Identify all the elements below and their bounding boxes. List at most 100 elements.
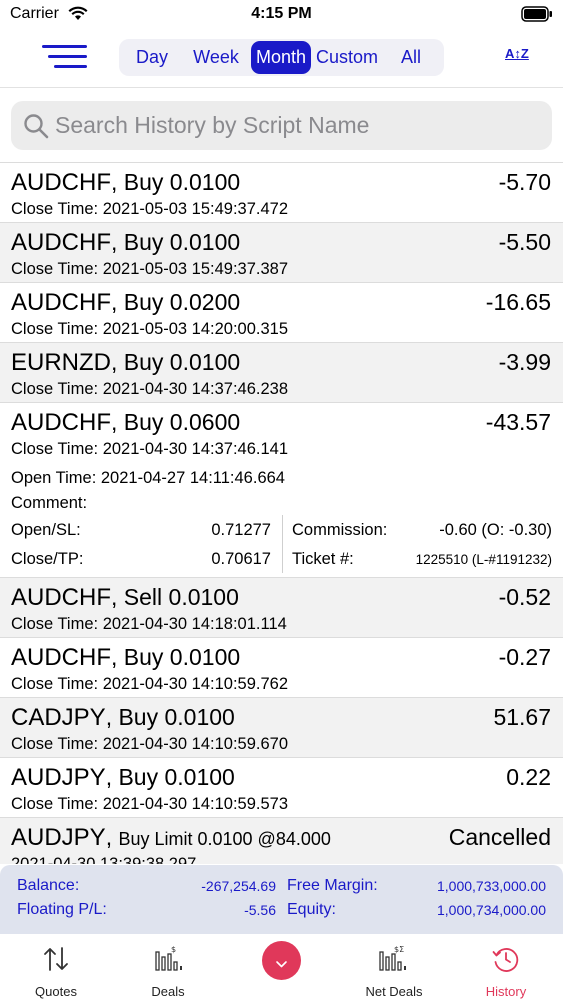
- clock-time: 4:15 PM: [251, 5, 312, 22]
- row-symbol: AUDCHF: [11, 409, 111, 436]
- hamburger-menu-icon[interactable]: [42, 44, 87, 70]
- row-profit: -5.70: [498, 169, 551, 195]
- svg-text:$Σ: $Σ: [394, 945, 404, 954]
- row-profit: -3.99: [498, 349, 551, 375]
- period-segmented-control: Day Week Month Custom All: [119, 39, 444, 76]
- row-action: Sell 0.0100: [123, 584, 239, 610]
- sort-arrows-icon: [11, 944, 101, 974]
- row-profit: -43.57: [485, 409, 551, 435]
- details-divider: [282, 515, 283, 573]
- free-margin-label: Free Margin:: [287, 877, 378, 894]
- row-close-time: Close Time: 2021-04-30 14:10:59.573: [11, 795, 289, 813]
- tab-month[interactable]: Month: [251, 41, 311, 74]
- history-row[interactable]: AUDJPY, Buy Limit 0.0100 @84.000 Cancell…: [0, 818, 563, 864]
- row-symbol: AUDCHF: [11, 289, 111, 316]
- chevron-down-icon: [275, 956, 288, 974]
- row-profit: -5.50: [498, 229, 551, 255]
- search-bar: [11, 101, 552, 150]
- search-input[interactable]: [55, 109, 535, 142]
- floating-pl-value: -5.56: [244, 902, 276, 918]
- history-row[interactable]: AUDCHF, Buy 0.0100 -0.27 Close Time: 202…: [0, 638, 563, 698]
- tab-history-label: History: [485, 984, 527, 999]
- row-comment: Comment:: [11, 494, 88, 512]
- row-close-time: Close Time: 2021-04-30 14:10:59.670: [11, 735, 289, 753]
- tab-day[interactable]: Day: [123, 41, 181, 74]
- tab-net-deals-label: Net Deals: [365, 984, 423, 999]
- tab-net-deals[interactable]: $Σ Net Deals: [349, 934, 439, 1000]
- tab-history[interactable]: History: [461, 934, 551, 1000]
- row-profit: -0.52: [498, 584, 551, 610]
- row-action: Buy 0.0100: [123, 169, 241, 195]
- row-symbol: AUDCHF: [11, 169, 111, 196]
- tab-deals[interactable]: $ Deals: [123, 934, 213, 1000]
- open-sl-value: 0.71277: [211, 521, 271, 539]
- history-row[interactable]: EURNZD, Buy 0.0100 -3.99 Close Time: 202…: [0, 343, 563, 403]
- top-bar: Day Week Month Custom All A↕Z: [0, 30, 563, 88]
- history-row-expanded[interactable]: AUDCHF, Buy 0.0600 -43.57 Close Time: 20…: [0, 403, 563, 578]
- history-row[interactable]: AUDCHF, Buy 0.0100 -5.70 Close Time: 202…: [0, 163, 563, 223]
- net-deals-bars-icon: $Σ: [349, 944, 439, 974]
- floating-pl-label: Floating P/L:: [17, 901, 107, 918]
- row-symbol: CADJPY: [11, 704, 106, 731]
- row-action: Buy 0.0100: [118, 764, 235, 790]
- row-close-time: 2021-04-30 13:39:38.297: [11, 855, 197, 864]
- row-profit: -0.27: [498, 644, 551, 670]
- status-bar: Carrier 4:15 PM: [0, 0, 563, 30]
- history-clock-icon: [461, 944, 551, 974]
- row-open-time: Open Time: 2021-04-27 14:11:46.664: [11, 469, 285, 487]
- row-close-time: Close Time: 2021-05-03 15:49:37.472: [11, 200, 289, 218]
- row-action: Buy 0.0100: [118, 704, 235, 730]
- battery-icon: [521, 6, 553, 27]
- row-action: Buy 0.0100: [123, 349, 241, 375]
- tab-week[interactable]: Week: [185, 41, 247, 74]
- row-close-time: Close Time: 2021-05-03 14:20:00.315: [11, 320, 289, 338]
- row-action: Buy 0.0100: [123, 229, 241, 255]
- row-profit: 0.22: [506, 764, 551, 790]
- row-action: Buy 0.0600: [123, 409, 241, 435]
- search-icon: [23, 113, 49, 144]
- ticket-label: Ticket #:: [292, 550, 354, 568]
- row-profit: 51.67: [493, 704, 551, 730]
- row-close-time: Close Time: 2021-04-30 14:10:59.762: [11, 675, 289, 693]
- row-action: Buy Limit 0.0100 @84.000: [118, 829, 331, 849]
- commission-label: Commission:: [292, 521, 388, 539]
- row-action: Buy 0.0100: [123, 644, 241, 670]
- free-margin-value: 1,000,733,000.00: [437, 878, 546, 894]
- row-close-time: Close Time: 2021-04-30 14:18:01.114: [11, 615, 287, 633]
- tab-quotes-label: Quotes: [35, 984, 77, 999]
- tab-custom[interactable]: Custom: [315, 41, 379, 74]
- row-close-time: Close Time: 2021-05-03 15:49:37.387: [11, 260, 289, 278]
- balance-label: Balance:: [17, 877, 80, 894]
- tab-quotes[interactable]: Quotes: [11, 934, 101, 1000]
- svg-text:$: $: [171, 945, 176, 954]
- row-symbol: AUDCHF: [11, 229, 111, 256]
- history-row[interactable]: CADJPY, Buy 0.0100 51.67 Close Time: 202…: [0, 698, 563, 758]
- row-close-time: Close Time: 2021-04-30 14:37:46.141: [11, 440, 289, 458]
- open-sl-label: Open/SL:: [11, 521, 81, 539]
- row-status: Cancelled: [448, 824, 551, 850]
- history-list: AUDCHF, Buy 0.0100 -5.70 Close Time: 202…: [0, 162, 563, 864]
- row-close-time: Close Time: 2021-04-30 14:37:46.238: [11, 380, 289, 398]
- row-symbol: EURNZD: [11, 349, 111, 376]
- row-action: Buy 0.0200: [123, 289, 241, 315]
- deals-bars-icon: $: [123, 944, 213, 974]
- balance-value: -267,254.69: [201, 878, 276, 894]
- commission-value: -0.60 (O: -0.30): [439, 521, 552, 539]
- history-row[interactable]: AUDCHF, Buy 0.0100 -5.50 Close Time: 202…: [0, 223, 563, 283]
- sort-az-button[interactable]: A↕Z: [505, 46, 529, 61]
- row-symbol: AUDJPY: [11, 764, 106, 791]
- ticket-value: 1225510 (L-#1191232): [415, 552, 552, 567]
- row-symbol: AUDCHF: [11, 584, 111, 611]
- center-action-button[interactable]: [262, 941, 301, 980]
- close-tp-label: Close/TP:: [11, 550, 84, 568]
- history-row[interactable]: AUDCHF, Buy 0.0200 -16.65 Close Time: 20…: [0, 283, 563, 343]
- account-summary: Balance: -267,254.69 Floating P/L: -5.56…: [0, 865, 563, 934]
- row-symbol: AUDCHF: [11, 644, 111, 671]
- close-tp-value: 0.70617: [211, 550, 271, 568]
- row-symbol: AUDJPY: [11, 824, 106, 851]
- tab-all[interactable]: All: [383, 41, 439, 74]
- equity-value: 1,000,734,000.00: [437, 902, 546, 918]
- history-row[interactable]: AUDCHF, Sell 0.0100 -0.52 Close Time: 20…: [0, 578, 563, 638]
- tab-deals-label: Deals: [151, 984, 185, 999]
- history-row[interactable]: AUDJPY, Buy 0.0100 0.22 Close Time: 2021…: [0, 758, 563, 818]
